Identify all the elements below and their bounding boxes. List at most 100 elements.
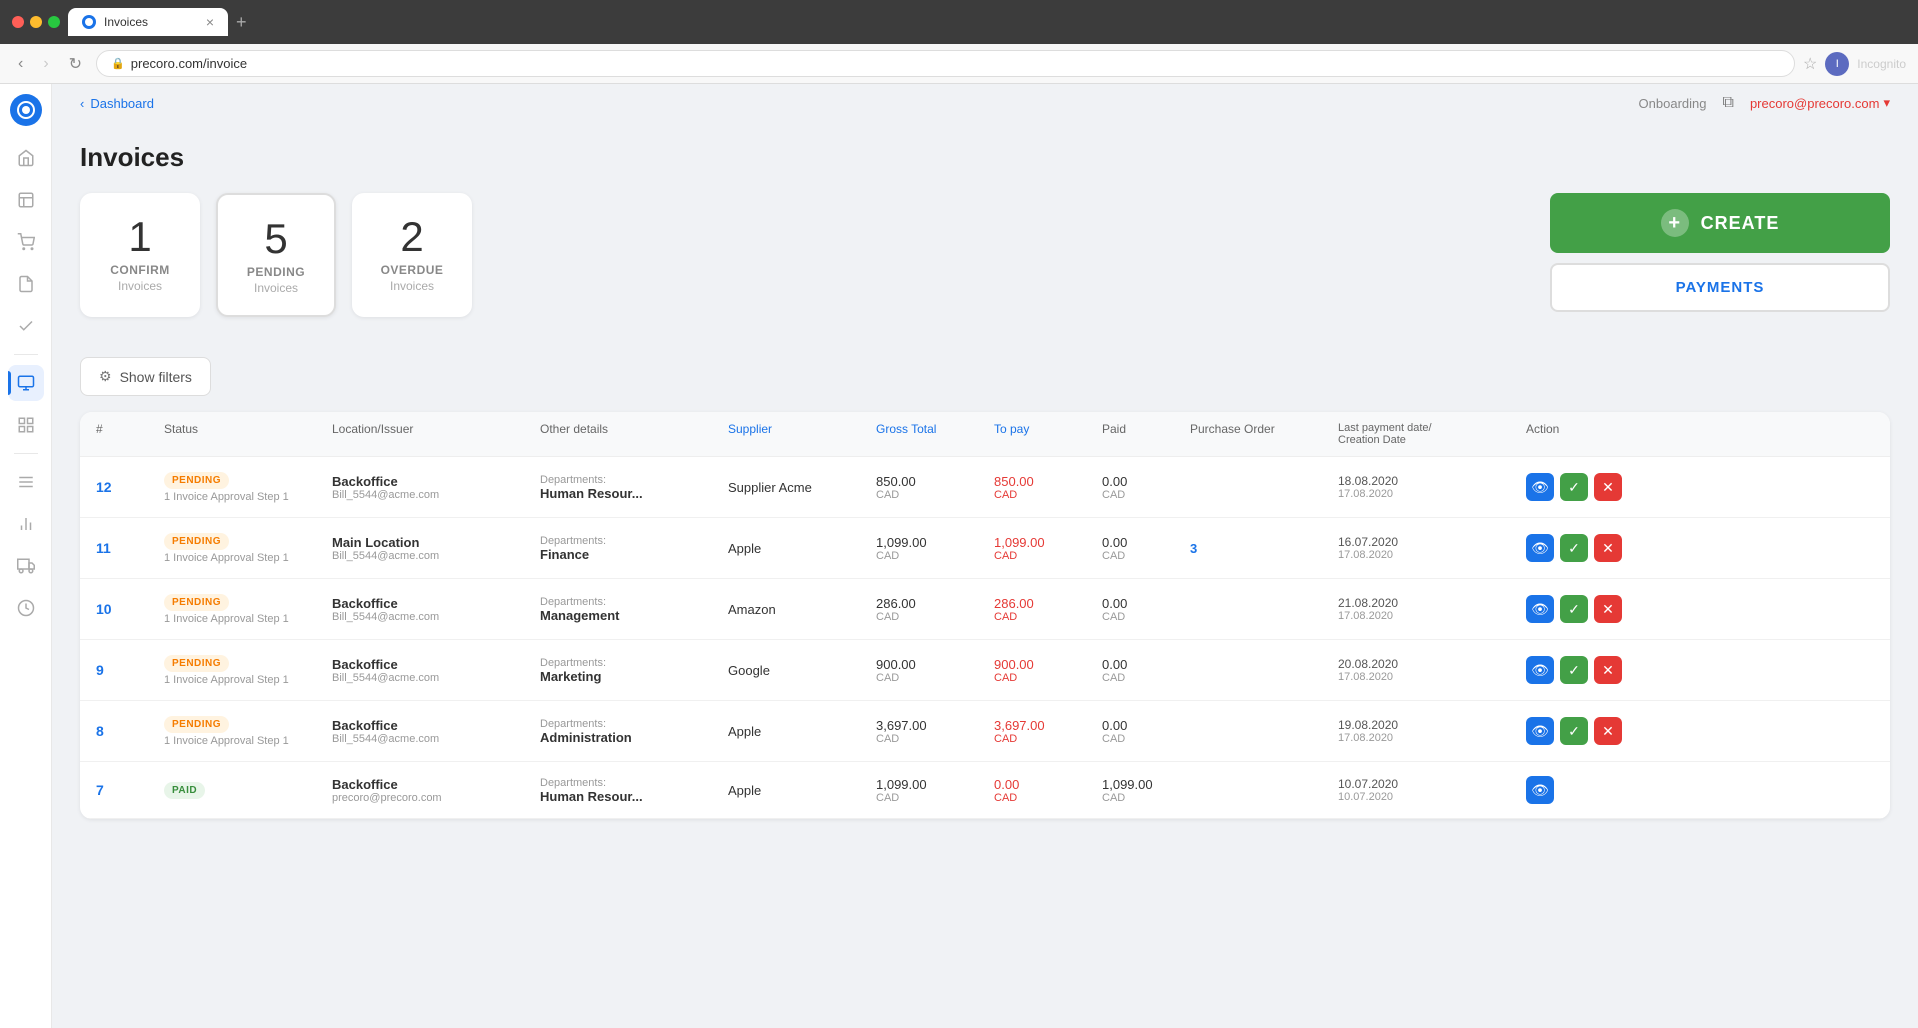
new-tab-button[interactable]: + <box>236 12 247 33</box>
topay-currency: CAD <box>994 672 1094 684</box>
row-dates: 21.08.2020 17.08.2020 <box>1338 596 1518 622</box>
reject-button[interactable]: ✕ <box>1594 473 1622 501</box>
sidebar-item-catalog[interactable] <box>8 407 44 443</box>
invoice-table: # Status Location/Issuer Other details S… <box>80 412 1890 819</box>
sidebar-item-receiving[interactable] <box>8 548 44 584</box>
sidebar-divider-2 <box>14 453 38 454</box>
sidebar-item-purchase[interactable] <box>8 224 44 260</box>
approve-button[interactable]: ✓ <box>1560 473 1588 501</box>
reject-button[interactable]: ✕ <box>1594 595 1622 623</box>
row-status: PAID <box>164 781 324 799</box>
location-name: Backoffice <box>332 474 532 489</box>
browser-tab[interactable]: Invoices × <box>68 8 228 36</box>
row-num: 8 <box>96 723 156 739</box>
topay-currency: CAD <box>994 792 1094 804</box>
sidebar-item-menu[interactable] <box>8 464 44 500</box>
last-payment-date: 10.07.2020 <box>1338 777 1518 791</box>
create-button[interactable]: + CREATE <box>1550 193 1890 253</box>
approve-button[interactable]: ✓ <box>1560 534 1588 562</box>
bookmark-icon[interactable]: ☆ <box>1803 54 1817 74</box>
reject-button[interactable]: ✕ <box>1594 534 1622 562</box>
approve-button[interactable]: ✓ <box>1560 717 1588 745</box>
view-button[interactable]: 👁 <box>1526 534 1554 562</box>
show-filters-button[interactable]: ⚙ Show filters <box>80 357 211 396</box>
tab-close-button[interactable]: × <box>206 14 214 30</box>
refresh-button[interactable]: ↻ <box>63 52 88 76</box>
view-button[interactable]: 👁 <box>1526 473 1554 501</box>
close-dot[interactable] <box>12 16 24 28</box>
address-bar: ‹ › ↻ 🔒 precoro.com/invoice ☆ I Incognit… <box>0 44 1918 84</box>
row-paid: 0.00 CAD <box>1102 474 1182 501</box>
reject-button[interactable]: ✕ <box>1594 656 1622 684</box>
paid-currency: CAD <box>1102 792 1182 804</box>
dept-value: Administration <box>540 730 720 745</box>
row-gross: 3,697.00 CAD <box>876 718 986 745</box>
view-button[interactable]: 👁 <box>1526 656 1554 684</box>
row-details: Departments: Human Resour... <box>540 777 720 804</box>
maximize-dot[interactable] <box>48 16 60 28</box>
sidebar-item-invoices[interactable] <box>8 365 44 401</box>
row-supplier: Amazon <box>728 602 868 617</box>
user-avatar[interactable]: I <box>1825 52 1849 76</box>
topay-currency: CAD <box>994 489 1094 501</box>
sidebar-item-orders[interactable] <box>8 182 44 218</box>
col-topay: To pay <box>994 422 1094 446</box>
row-actions: 👁 ✓ ✕ <box>1526 717 1626 745</box>
sidebar-item-reports[interactable] <box>8 506 44 542</box>
user-menu[interactable]: precoro@precoro.com ▾ <box>1750 95 1890 111</box>
row-supplier: Google <box>728 663 868 678</box>
row-status: PENDING 1 Invoice Approval Step 1 <box>164 471 324 503</box>
lock-icon: 🔒 <box>111 57 125 70</box>
gross-currency: CAD <box>876 611 986 623</box>
sidebar-item-documents[interactable] <box>8 266 44 302</box>
approve-button[interactable]: ✓ <box>1560 595 1588 623</box>
url-bar[interactable]: 🔒 precoro.com/invoice <box>96 50 1795 77</box>
back-button[interactable]: ‹ <box>12 53 29 75</box>
table-header: # Status Location/Issuer Other details S… <box>80 412 1890 457</box>
paid-currency: CAD <box>1102 550 1182 562</box>
paid-amount: 0.00 <box>1102 657 1182 672</box>
view-button[interactable]: 👁 <box>1526 717 1554 745</box>
table-row: 12 PENDING 1 Invoice Approval Step 1 Bac… <box>80 457 1890 518</box>
dept-label: Departments: <box>540 777 720 789</box>
sidebar-item-home[interactable] <box>8 140 44 176</box>
paid-currency: CAD <box>1102 611 1182 623</box>
gross-currency: CAD <box>876 550 986 562</box>
overdue-label: Invoices <box>380 279 444 293</box>
row-dates: 19.08.2020 17.08.2020 <box>1338 718 1518 744</box>
paid-currency: CAD <box>1102 672 1182 684</box>
row-topay: 0.00 CAD <box>994 777 1094 804</box>
minimize-dot[interactable] <box>30 16 42 28</box>
col-gross: Gross Total <box>876 422 986 446</box>
row-num: 10 <box>96 601 156 617</box>
table-body: 12 PENDING 1 Invoice Approval Step 1 Bac… <box>80 457 1890 819</box>
browser-dots <box>12 16 60 28</box>
location-email: Bill_5544@acme.com <box>332 733 532 745</box>
page-content: Invoices 1 CONFIRM Invoices 5 PENDING In… <box>52 122 1918 1028</box>
topay-amount: 850.00 <box>994 474 1094 489</box>
topay-currency: CAD <box>994 733 1094 745</box>
notification-icon[interactable]: ⧉ <box>1723 94 1734 112</box>
view-button[interactable]: 👁 <box>1526 776 1554 804</box>
gross-amount: 850.00 <box>876 474 986 489</box>
approve-button[interactable]: ✓ <box>1560 656 1588 684</box>
topay-currency: CAD <box>994 550 1094 562</box>
app-logo[interactable] <box>10 94 42 126</box>
payments-button[interactable]: PAYMENTS <box>1550 263 1890 312</box>
last-payment-date: 21.08.2020 <box>1338 596 1518 610</box>
row-gross: 900.00 CAD <box>876 657 986 684</box>
forward-button[interactable]: › <box>37 53 54 75</box>
reject-button[interactable]: ✕ <box>1594 717 1622 745</box>
paid-currency: CAD <box>1102 733 1182 745</box>
breadcrumb-dashboard-link[interactable]: Dashboard <box>90 96 154 111</box>
overdue-status: OVERDUE <box>380 263 444 277</box>
summary-card-pending[interactable]: 5 PENDING Invoices <box>216 193 336 317</box>
sidebar-item-expenses[interactable] <box>8 590 44 626</box>
summary-card-overdue[interactable]: 2 OVERDUE Invoices <box>352 193 472 317</box>
row-supplier: Apple <box>728 783 868 798</box>
sidebar-item-approvals[interactable] <box>8 308 44 344</box>
row-num: 7 <box>96 782 156 798</box>
summary-card-confirm[interactable]: 1 CONFIRM Invoices <box>80 193 200 317</box>
view-button[interactable]: 👁 <box>1526 595 1554 623</box>
paid-amount: 0.00 <box>1102 718 1182 733</box>
